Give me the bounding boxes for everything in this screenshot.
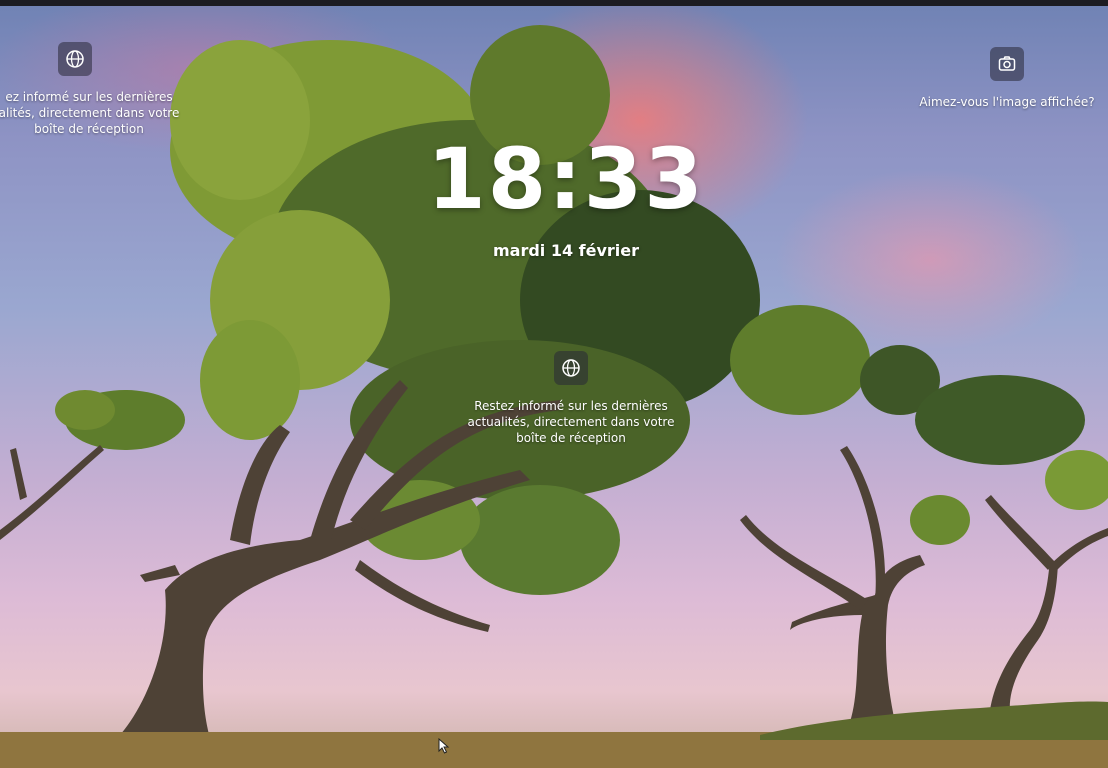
mouse-cursor-icon: [438, 738, 450, 754]
caption-line: ez informé sur les dernières: [5, 90, 173, 104]
lock-screen[interactable]: ez informé sur les dernières alités, dir…: [0, 0, 1108, 768]
caption-line: Restez informé sur les dernières: [474, 399, 668, 413]
grass: [760, 701, 1108, 740]
lock-clock: 18:33: [0, 130, 1108, 228]
left-news-widget-icon-button[interactable]: [58, 42, 92, 76]
caption-line: alités, directement dans votre: [0, 106, 180, 120]
lock-date: mardi 14 février: [0, 241, 1108, 260]
wallpaper-feedback-label[interactable]: Aimez-vous l'image affichée?: [914, 94, 1100, 110]
camera-icon: [998, 56, 1016, 71]
clock-time: 18:33: [427, 130, 705, 228]
caption-line: actualités, directement dans votre: [467, 415, 675, 429]
date-text: mardi 14 février: [492, 241, 640, 260]
wallpaper-feedback-button[interactable]: [990, 47, 1024, 81]
caption-line: boîte de réception: [516, 431, 626, 445]
right-trees: [730, 305, 1108, 722]
globe-icon: [562, 359, 580, 377]
globe-icon: [66, 50, 84, 68]
center-news-widget-caption[interactable]: Restez informé sur les dernières actuali…: [461, 398, 681, 446]
center-news-widget-icon-button[interactable]: [554, 351, 588, 385]
left-tree: [0, 390, 185, 540]
